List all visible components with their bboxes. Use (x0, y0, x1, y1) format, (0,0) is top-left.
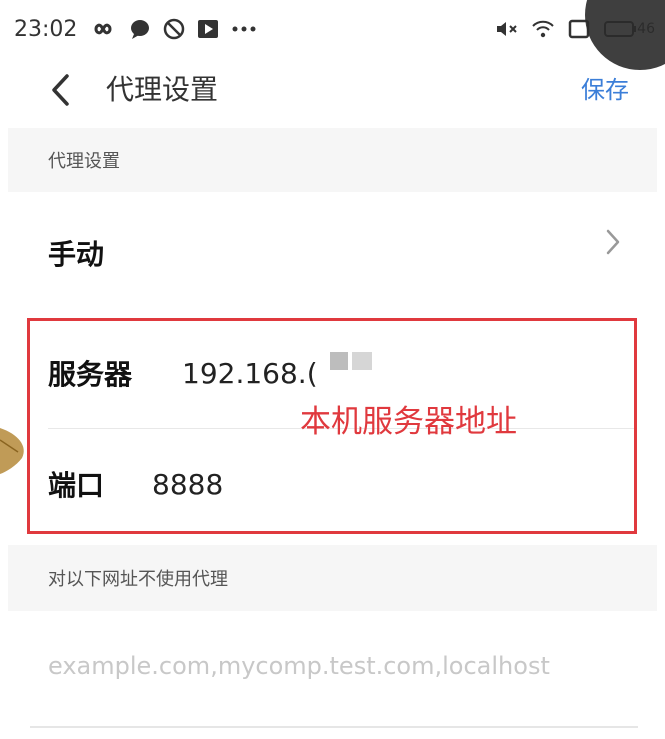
leaf-icon (0, 428, 24, 474)
play-box-icon (197, 18, 219, 40)
back-button[interactable] (40, 70, 80, 110)
chevron-left-icon (52, 74, 69, 106)
bypass-list-input[interactable]: example.com,mycomp.test.com,localhost (48, 652, 648, 680)
app-header: 代理设置 保存 (0, 58, 665, 122)
section-label-proxy: 代理设置 (48, 151, 120, 172)
section-header-proxy: 代理设置 (8, 128, 657, 192)
save-button[interactable]: 保存 (581, 70, 629, 105)
annotation-label: 本机服务器地址 (300, 404, 517, 440)
chat-bubble-icon (129, 18, 151, 40)
more-dots-icon (231, 25, 257, 33)
proxy-mode-value: 手动 (48, 238, 105, 271)
status-time: 23:02 (14, 16, 78, 42)
section-label-bypass: 对以下网址不使用代理 (48, 569, 228, 590)
page-title: 代理设置 (106, 73, 219, 106)
section-header-bypass: 对以下网址不使用代理 (8, 545, 657, 611)
do-not-disturb-icon (163, 18, 185, 40)
status-bar: 23:02 46 (0, 0, 665, 58)
wifi-icon (531, 19, 555, 39)
chevron-right-icon (606, 229, 620, 255)
proxy-mode-row[interactable]: 手动 (8, 192, 657, 314)
infinity-icon (89, 20, 117, 38)
mute-icon (495, 19, 519, 39)
input-underline (30, 726, 638, 728)
status-bar-left: 23:02 (14, 17, 257, 42)
